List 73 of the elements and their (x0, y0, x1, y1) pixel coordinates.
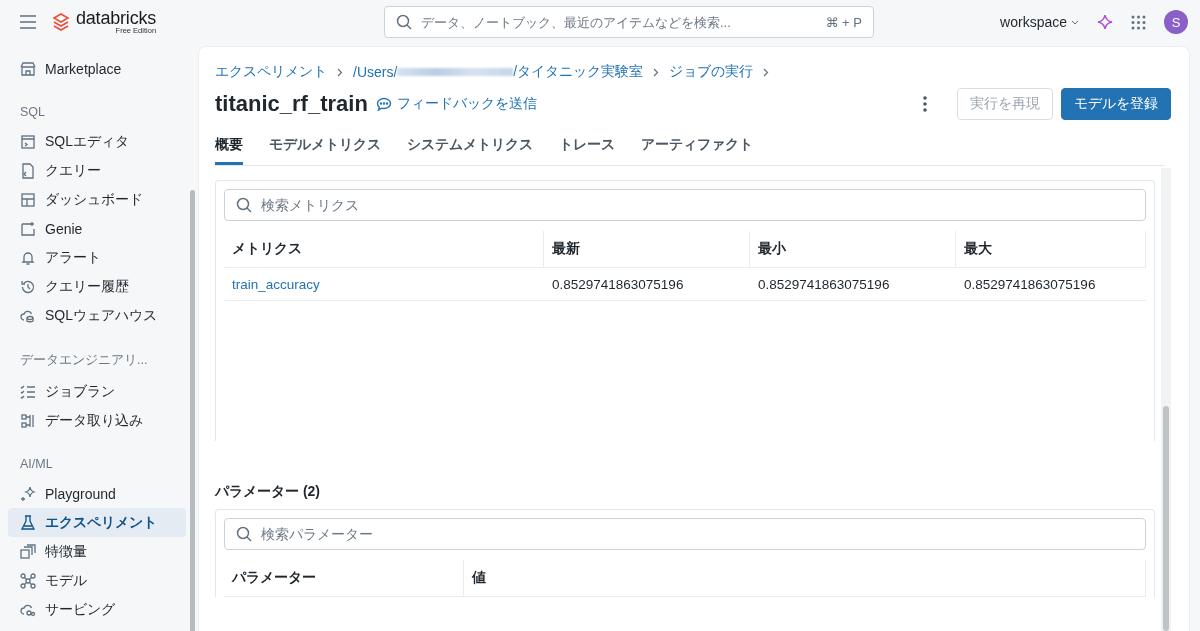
feedback-link[interactable]: フィードバックを送信 (375, 95, 537, 113)
sidebar-item[interactable]: クエリー (8, 156, 186, 185)
search-icon (236, 197, 252, 213)
store-icon (20, 60, 36, 77)
table-cell-text: 0.8529741863075196 (757, 275, 891, 294)
chat-bubble-icon (375, 96, 392, 112)
sidebar-item[interactable]: ジョブラン (8, 377, 186, 406)
menu-icon[interactable] (20, 15, 36, 29)
sidebar-item[interactable]: ダッシュボード (8, 185, 186, 214)
tab[interactable]: アーティファクト (641, 136, 753, 165)
network-nodes-icon (20, 572, 36, 589)
search-field[interactable]: 検索メトリクス (224, 189, 1146, 221)
column-header[interactable]: 最新 (544, 231, 750, 267)
column-header[interactable]: パラメーター (224, 560, 464, 596)
column-header[interactable]: メトリクス (224, 231, 544, 267)
sparkles-icon (20, 485, 36, 502)
sidebar-item[interactable]: 特徴量 (8, 537, 186, 566)
tab[interactable]: 概要 (215, 136, 243, 165)
sidebar-item[interactable]: データ取り込み (8, 406, 186, 435)
table-cell-text: 0.8529741863075196 (551, 275, 685, 294)
terminal-icon (20, 133, 36, 150)
section-heading: AI/ML (19, 456, 54, 473)
bell-icon (20, 249, 36, 266)
history-icon (20, 278, 36, 295)
chevron-right-icon (337, 67, 343, 77)
breadcrumb-link[interactable]: ジョブの実行 (669, 63, 754, 81)
sidebar-item[interactable]: SQLエディタ (8, 127, 186, 156)
tab[interactable]: モデルメトリクス (269, 136, 381, 165)
stacked-layers-icon (52, 13, 70, 31)
logo-text: databricks (76, 9, 157, 28)
breadcrumb-link[interactable]: /Users/ (353, 64, 398, 80)
search-icon (236, 526, 252, 542)
chat-sparkle-icon (20, 220, 36, 237)
column-header[interactable]: 最小 (750, 231, 956, 267)
scrollbar[interactable] (1161, 168, 1171, 631)
register-model-button[interactable]: モデルを登録 (1061, 88, 1171, 120)
sidebar-item[interactable]: モデル (8, 566, 186, 595)
checklist-icon (20, 383, 36, 400)
sidebar-item[interactable]: SQLウェアハウス (8, 301, 186, 330)
sidebar-item[interactable]: エクスペリメント (8, 508, 186, 537)
metric-link[interactable]: train_accuracy (232, 276, 320, 292)
search-field[interactable]: 検索パラメーター (224, 518, 1146, 550)
sparkle-icon[interactable] (1097, 14, 1113, 30)
sidebar-item[interactable]: アラート (8, 243, 186, 272)
section-heading: SQL (19, 104, 46, 121)
tab[interactable]: システムメトリクス (407, 136, 533, 165)
scrollbar-thumb[interactable] (190, 190, 195, 631)
chevron-right-icon (653, 67, 660, 77)
search-icon (396, 14, 412, 30)
section-heading: パラメーター (2) (215, 483, 321, 501)
chevron-right-icon (763, 67, 770, 77)
sidebar-item[interactable]: サービング (8, 595, 186, 624)
sidebar-item[interactable]: Marketplace (8, 54, 186, 83)
column-header[interactable]: 最大 (956, 231, 1146, 267)
column-header[interactable]: 値 (464, 560, 1146, 596)
table-cell-text: 0.8529741863075196 (963, 275, 1097, 294)
page-title: titanic_rf_train (215, 91, 368, 117)
sidebar-item[interactable]: クエリー履歴 (8, 272, 186, 301)
flask-icon (20, 514, 36, 531)
sidebar-item[interactable]: Playground (8, 479, 186, 508)
dashboard-icon (20, 191, 36, 208)
breadcrumb-link[interactable]: /タイタニック実験室 (513, 63, 644, 81)
tab[interactable]: トレース (559, 136, 615, 165)
workspace-dropdown[interactable]: workspace (1000, 14, 1079, 30)
stacked-squares-icon (20, 543, 36, 560)
sidebar-item[interactable]: Genie (8, 214, 186, 243)
document-code-icon (20, 162, 36, 179)
chevron-down-icon (1071, 19, 1079, 25)
breadcrumb-link[interactable]: エクスペリメント (215, 63, 327, 81)
shortcut-hint: ⌘ + P (825, 15, 862, 30)
user-avatar[interactable]: S (1164, 10, 1188, 34)
app-grid-icon[interactable] (1131, 14, 1146, 30)
section-heading: データエンジニアリ... (19, 352, 149, 369)
